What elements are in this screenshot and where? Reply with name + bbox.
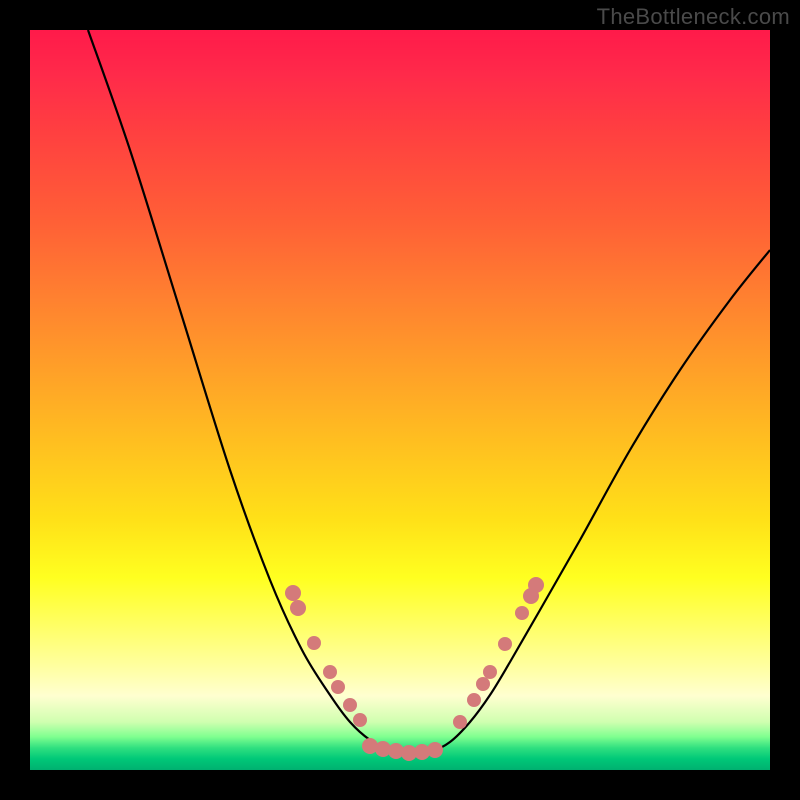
highlight-dot [467, 693, 481, 707]
highlight-dot [323, 665, 337, 679]
highlight-dot [343, 698, 357, 712]
chart-plot-area [30, 30, 770, 770]
highlight-dot [307, 636, 321, 650]
highlight-dot [331, 680, 345, 694]
bottleneck-curve [88, 30, 770, 754]
highlight-dot [285, 585, 301, 601]
highlight-dot [290, 600, 306, 616]
highlight-dot [476, 677, 490, 691]
chart-svg [30, 30, 770, 770]
highlight-dot [515, 606, 529, 620]
highlight-dot [528, 577, 544, 593]
highlight-dot [498, 637, 512, 651]
highlight-dot [427, 742, 443, 758]
highlight-dot [453, 715, 467, 729]
highlight-dot [353, 713, 367, 727]
highlight-dot [483, 665, 497, 679]
watermark-text: TheBottleneck.com [597, 4, 790, 30]
